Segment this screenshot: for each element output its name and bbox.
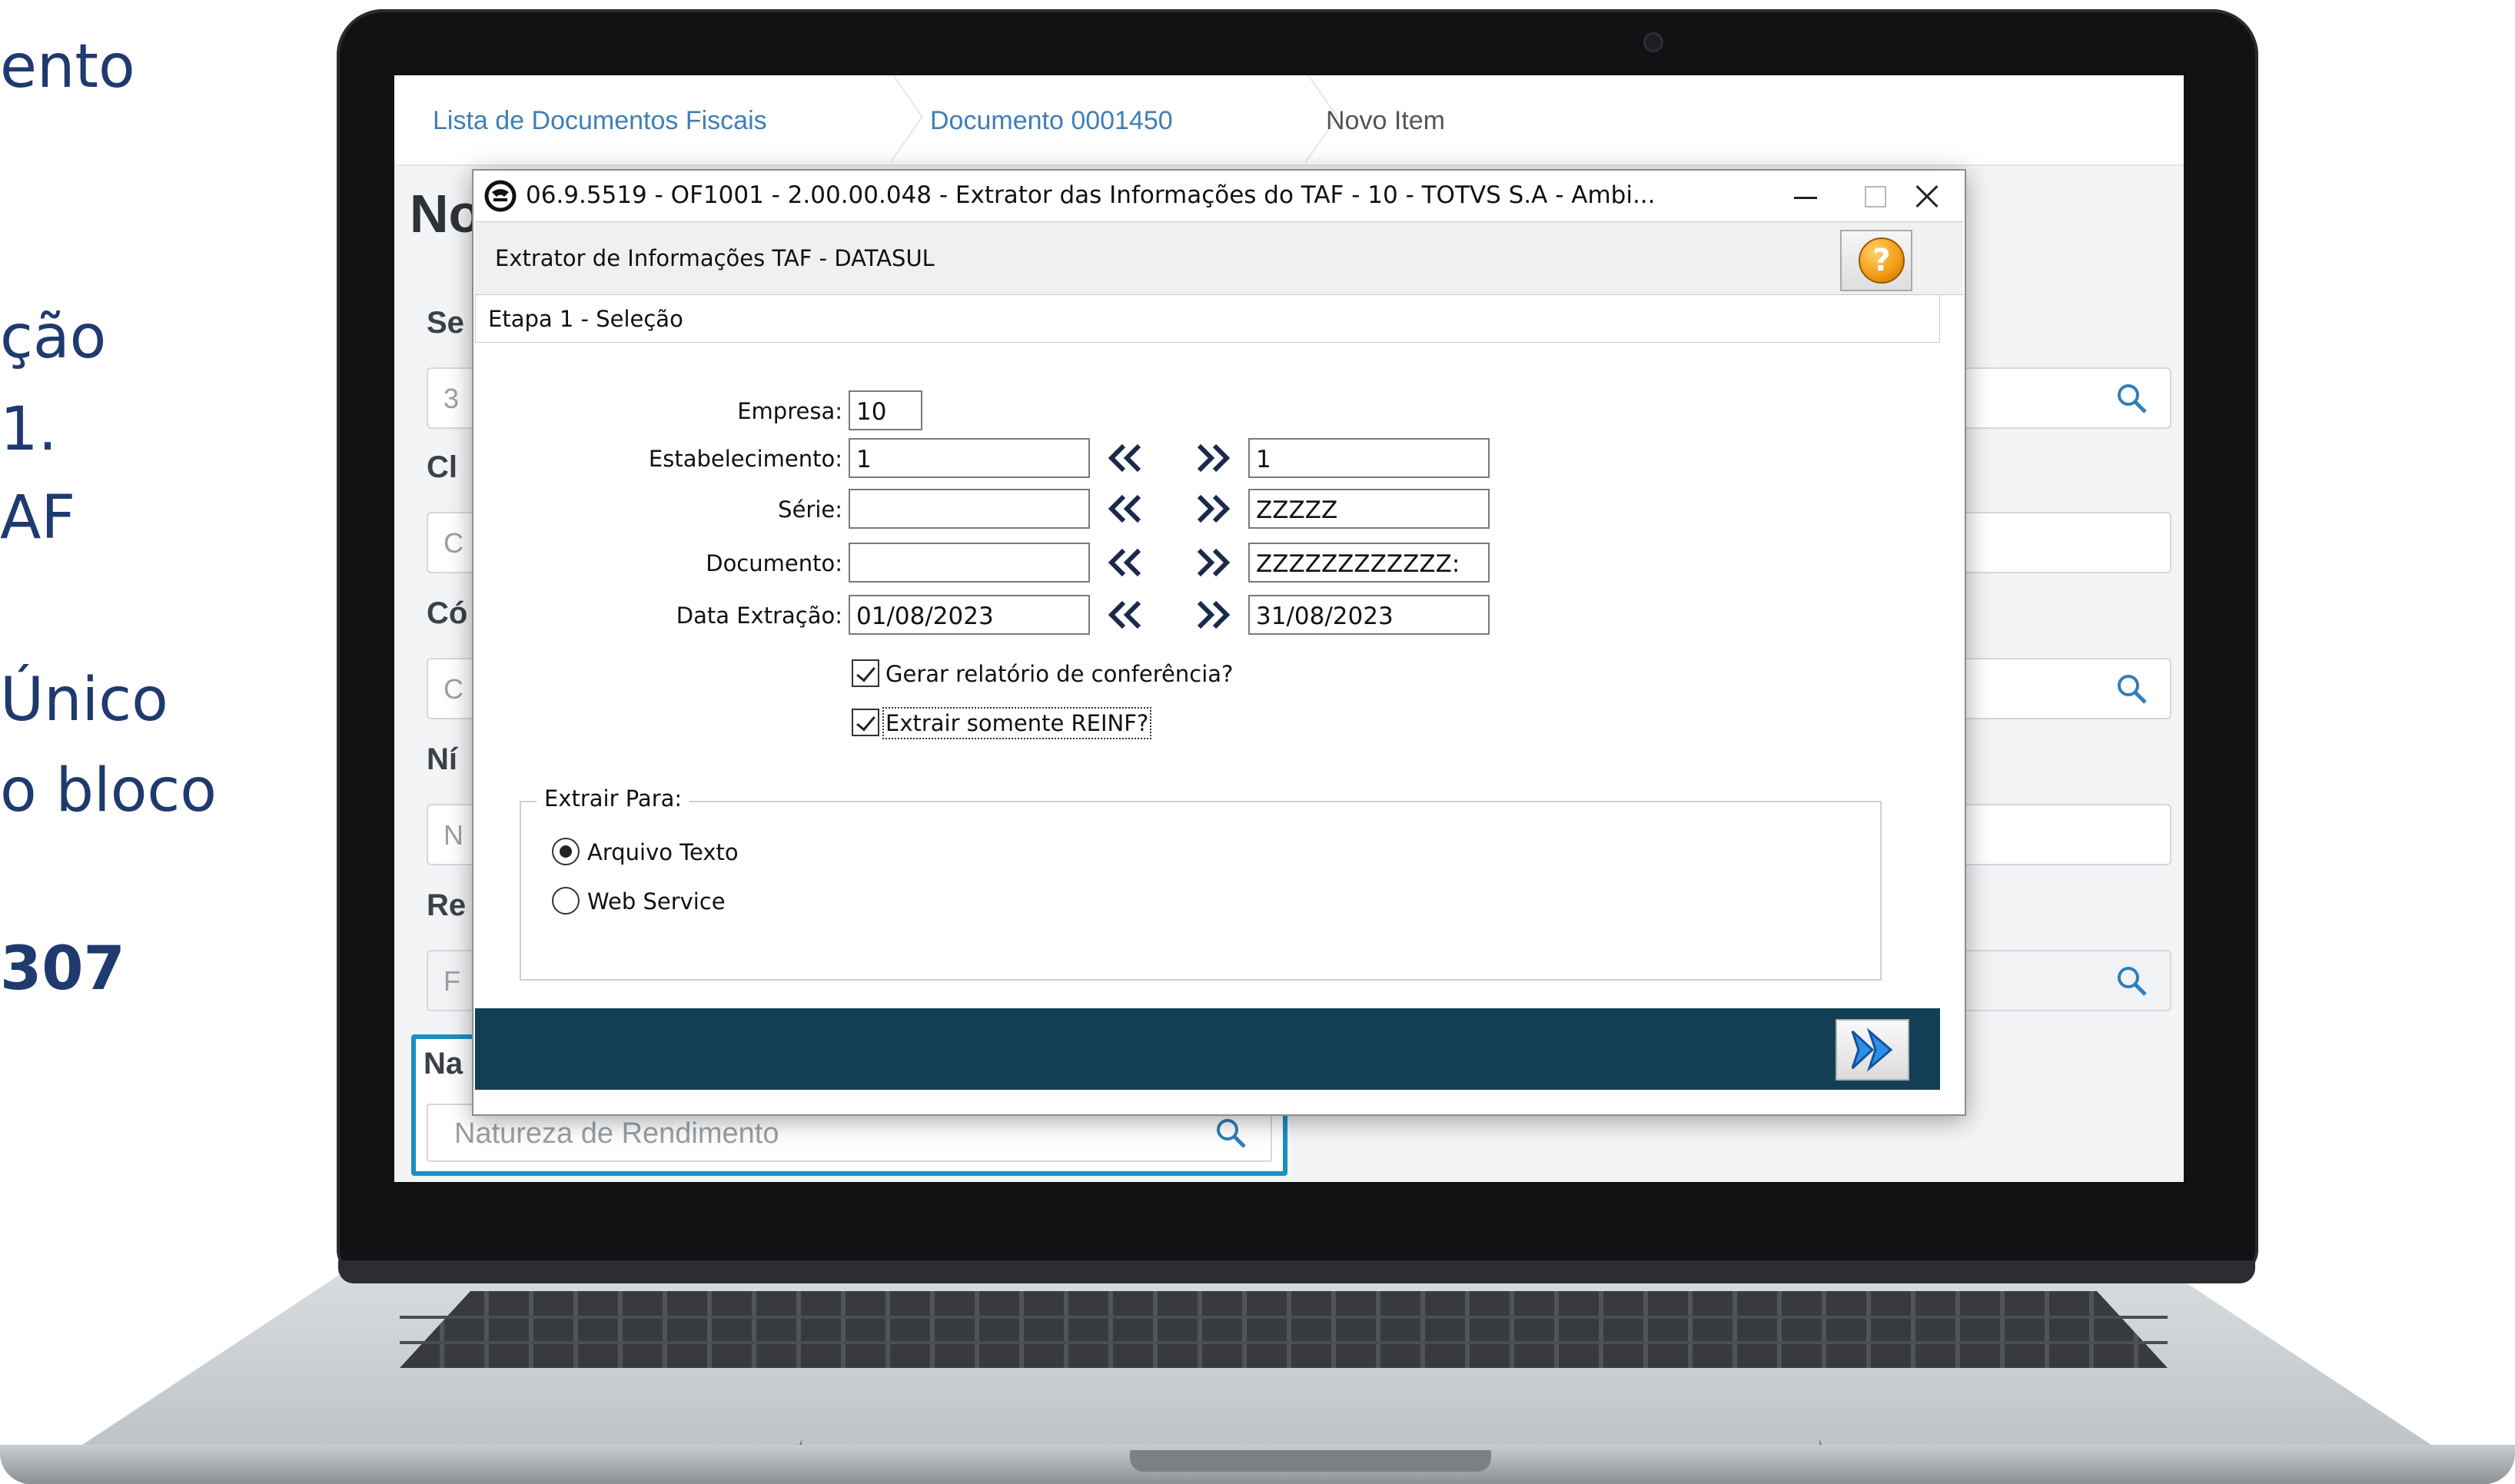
extrair-para-group: Extrair Para: Arquivo Texto Web Service (520, 785, 1882, 981)
dialog-title: 06.9.5519 - OF1001 - 2.00.00.048 - Extra… (526, 181, 1656, 209)
double-chevron-left-icon[interactable] (1105, 493, 1147, 524)
search-icon[interactable] (2115, 672, 2148, 705)
double-chevron-right-icon[interactable] (1191, 599, 1233, 630)
field-placeholder: F (444, 965, 460, 997)
breadcrumb-item[interactable]: Lista de Documentos Fiscais (433, 106, 767, 136)
extrator-dialog: 06.9.5519 - OF1001 - 2.00.00.048 - Extra… (472, 169, 1966, 1116)
close-button[interactable] (1903, 175, 1949, 217)
form-label: Se (427, 306, 464, 340)
step-bar: Etapa 1 - Seleção (475, 295, 1940, 343)
slide-text-fragment-bold: 307 (0, 935, 125, 1004)
slide-text-fragment: o bloco (0, 756, 218, 825)
laptop-screen: Lista de Documentos Fiscais Documento 00… (394, 75, 2184, 1182)
maximize-button[interactable] (1849, 175, 1895, 217)
form-label: Ní (427, 742, 457, 776)
web-service-radio[interactable] (552, 887, 580, 915)
form-label: Có (427, 596, 468, 630)
double-chevron-left-icon[interactable] (1105, 443, 1147, 473)
slide-text-fragment: ção (0, 303, 107, 372)
slide-text-fragment: ento (0, 32, 135, 101)
double-chevron-left-icon[interactable] (1105, 599, 1147, 630)
laptop-hinge (338, 1260, 2255, 1283)
breadcrumb-separator (886, 81, 889, 158)
form-label: Na (424, 1047, 463, 1081)
help-icon: ? (1859, 237, 1905, 284)
dialog-titlebar[interactable]: 06.9.5519 - OF1001 - 2.00.00.048 - Extra… (473, 171, 1965, 220)
double-chevron-left-icon[interactable] (1105, 547, 1147, 578)
gerar-relatorio-checkbox[interactable] (852, 659, 879, 687)
slide-text-fragment: AF (0, 483, 76, 553)
arquivo-texto-label[interactable]: Arquivo Texto (587, 839, 739, 865)
camera-icon (1643, 32, 1663, 52)
natureza-placeholder: Natureza de Rendimento (454, 1117, 779, 1150)
app-logo-icon (484, 180, 517, 212)
step-label: Etapa 1 - Seleção (488, 306, 683, 332)
serie-to-input[interactable]: ZZZZZ (1248, 489, 1490, 529)
data-extracao-from-input[interactable]: 01/08/2023 (849, 595, 1090, 635)
estabelecimento-to-input[interactable]: 1 (1248, 438, 1490, 478)
field-placeholder: 3 (444, 383, 460, 414)
keyboard-row (400, 1341, 2168, 1344)
slide-canvas: ento ção 1. AF Único o bloco 307 Lista d… (0, 0, 2515, 1484)
field-placeholder: C (444, 527, 463, 559)
page-title: No (410, 184, 482, 244)
form-label: Re (427, 888, 467, 922)
extrair-para-legend: Extrair Para: (537, 785, 690, 812)
data-extracao-to-input[interactable]: 31/08/2023 (1248, 595, 1490, 635)
form-label: Cl (427, 450, 457, 484)
web-service-label[interactable]: Web Service (587, 888, 726, 915)
double-chevron-right-icon[interactable] (1191, 443, 1233, 473)
slide-text-fragment: 1. (0, 395, 58, 464)
arquivo-texto-radio[interactable] (552, 838, 580, 865)
breadcrumb-separator (1301, 81, 1304, 158)
extrair-reinf-label[interactable]: Extrair somente REINF? (882, 707, 1152, 739)
extrair-reinf-checkbox[interactable] (852, 709, 879, 736)
estabelecimento-from-input[interactable]: 1 (849, 438, 1090, 478)
laptop-keyboard (400, 1291, 2168, 1368)
dialog-header: Extrator de Informações TAF - DATASUL ? (475, 221, 1963, 295)
breadcrumb-item[interactable]: Documento 0001450 (930, 106, 1173, 136)
search-icon[interactable] (2115, 964, 2148, 998)
serie-from-input[interactable] (849, 489, 1090, 529)
double-chevron-right-icon[interactable] (1191, 493, 1233, 524)
keyboard-row (400, 1316, 2168, 1319)
dialog-header-title: Extrator de Informações TAF - DATASUL (495, 245, 935, 271)
data-extracao-label: Data Extração: (676, 603, 842, 629)
serie-label: Série: (778, 496, 842, 523)
documento-to-input[interactable]: ZZZZZZZZZZZZ: (1248, 543, 1490, 583)
documento-label: Documento: (706, 550, 842, 576)
slide-text-fragment: Único (0, 666, 168, 735)
documento-from-input[interactable] (849, 543, 1090, 583)
minimize-button[interactable] (1782, 175, 1828, 217)
breadcrumb: Lista de Documentos Fiscais Documento 00… (394, 75, 2184, 166)
empresa-input[interactable]: 10 (849, 390, 922, 430)
breadcrumb-item-current: Novo Item (1326, 106, 1445, 135)
laptop-notch (1130, 1450, 1491, 1472)
empresa-label: Empresa: (737, 398, 842, 424)
laptop-trackpad (799, 1368, 1822, 1445)
help-button[interactable]: ? (1840, 230, 1912, 291)
fast-forward-icon (1851, 1028, 1893, 1072)
field-placeholder: N (444, 819, 463, 851)
double-chevron-right-icon[interactable] (1191, 547, 1233, 578)
search-icon[interactable] (2115, 381, 2148, 415)
field-placeholder: C (444, 673, 463, 705)
estabelecimento-label: Estabelecimento: (648, 446, 842, 472)
dialog-footer (475, 1008, 1940, 1090)
search-icon[interactable] (1214, 1116, 1248, 1150)
gerar-relatorio-label[interactable]: Gerar relatório de conferência? (885, 661, 1233, 687)
next-button[interactable] (1836, 1019, 1909, 1081)
